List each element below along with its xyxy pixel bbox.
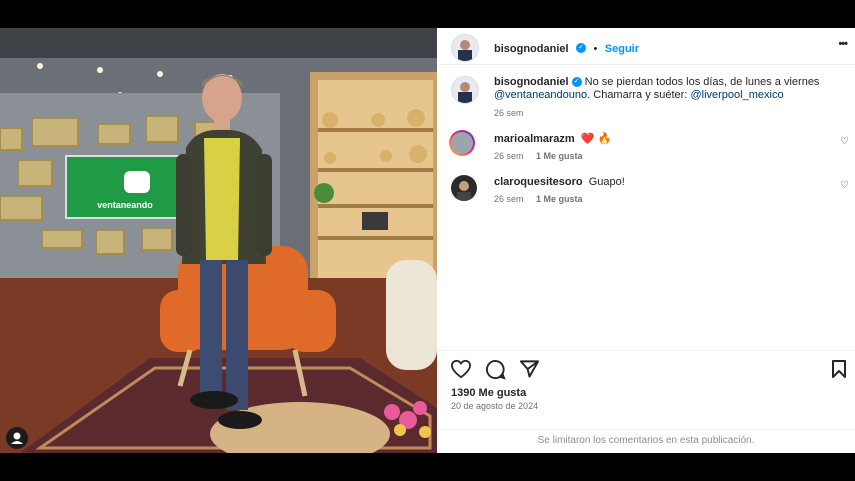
caption-text: No se pierdan todos los días, de lunes a… bbox=[584, 76, 820, 88]
comment-username[interactable]: marioalmarazm bbox=[494, 133, 575, 145]
tagged-user-button[interactable] bbox=[6, 427, 28, 449]
caption-username[interactable]: bisognodaniel bbox=[494, 76, 569, 88]
more-icon[interactable]: ••• bbox=[838, 38, 848, 50]
comment-time: 26 sem bbox=[494, 194, 524, 204]
author-avatar[interactable] bbox=[451, 34, 479, 62]
comment-likes[interactable]: 1 Me gusta bbox=[536, 194, 583, 204]
comment-likes[interactable]: 1 Me gusta bbox=[536, 151, 583, 161]
comment-username[interactable]: claroquesitesoro bbox=[494, 176, 583, 188]
post-date: 20 de agosto de 2024 bbox=[451, 401, 539, 411]
comments-limited-notice: Se limitaron los comentarios en esta pub… bbox=[437, 429, 855, 452]
post-header: bisognodaniel ✓ • Seguir ••• bbox=[437, 28, 855, 65]
caption-text-2: . Chamarra y suéter: bbox=[587, 89, 691, 101]
caption-mention-2[interactable]: @liverpool_mexico bbox=[690, 89, 783, 101]
comment-item: marioalmarazm ❤️ 🔥 26 sem 1 Me gusta bbox=[494, 132, 611, 161]
verified-icon: ✓ bbox=[576, 42, 587, 53]
action-bar: 1390 Me gusta 20 de agosto de 2024 Se li… bbox=[437, 350, 855, 451]
like-comment-icon[interactable]: ♡ bbox=[840, 136, 849, 147]
verified-icon: ✓ bbox=[571, 77, 582, 88]
user-icon bbox=[11, 432, 23, 444]
caption-time: 26 sem bbox=[494, 108, 524, 118]
caption: bisognodaniel ✓ No se pierdan todos los d… bbox=[494, 76, 844, 120]
comment-text: Guapo! bbox=[588, 176, 625, 188]
comment-text: ❤️ 🔥 bbox=[580, 133, 612, 145]
like-comment-icon[interactable]: ♡ bbox=[840, 180, 849, 191]
comment-time: 26 sem bbox=[494, 151, 524, 161]
likes-count[interactable]: 1390 Me gusta bbox=[451, 387, 526, 399]
post-panel: bisognodaniel ✓ • Seguir ••• bisognodani… bbox=[437, 28, 855, 453]
studio-scene: ventaneando bbox=[0, 28, 437, 453]
share-icon[interactable] bbox=[519, 359, 540, 379]
post-photo[interactable]: ventaneando bbox=[0, 28, 437, 453]
comment-avatar[interactable] bbox=[449, 130, 475, 156]
comment-item: claroquesitesoro Guapo! 26 sem 1 Me gust… bbox=[494, 176, 625, 204]
save-icon[interactable] bbox=[831, 359, 847, 379]
follow-button[interactable]: Seguir bbox=[605, 43, 639, 55]
like-icon[interactable] bbox=[450, 359, 472, 379]
caption-avatar[interactable] bbox=[451, 76, 479, 104]
author-username[interactable]: bisognodaniel bbox=[494, 43, 569, 55]
comment-avatar[interactable] bbox=[451, 175, 477, 201]
comment-icon[interactable] bbox=[485, 359, 506, 380]
caption-mention[interactable]: @ventaneandouno bbox=[494, 89, 587, 101]
studio-sign: ventaneando bbox=[97, 200, 153, 210]
